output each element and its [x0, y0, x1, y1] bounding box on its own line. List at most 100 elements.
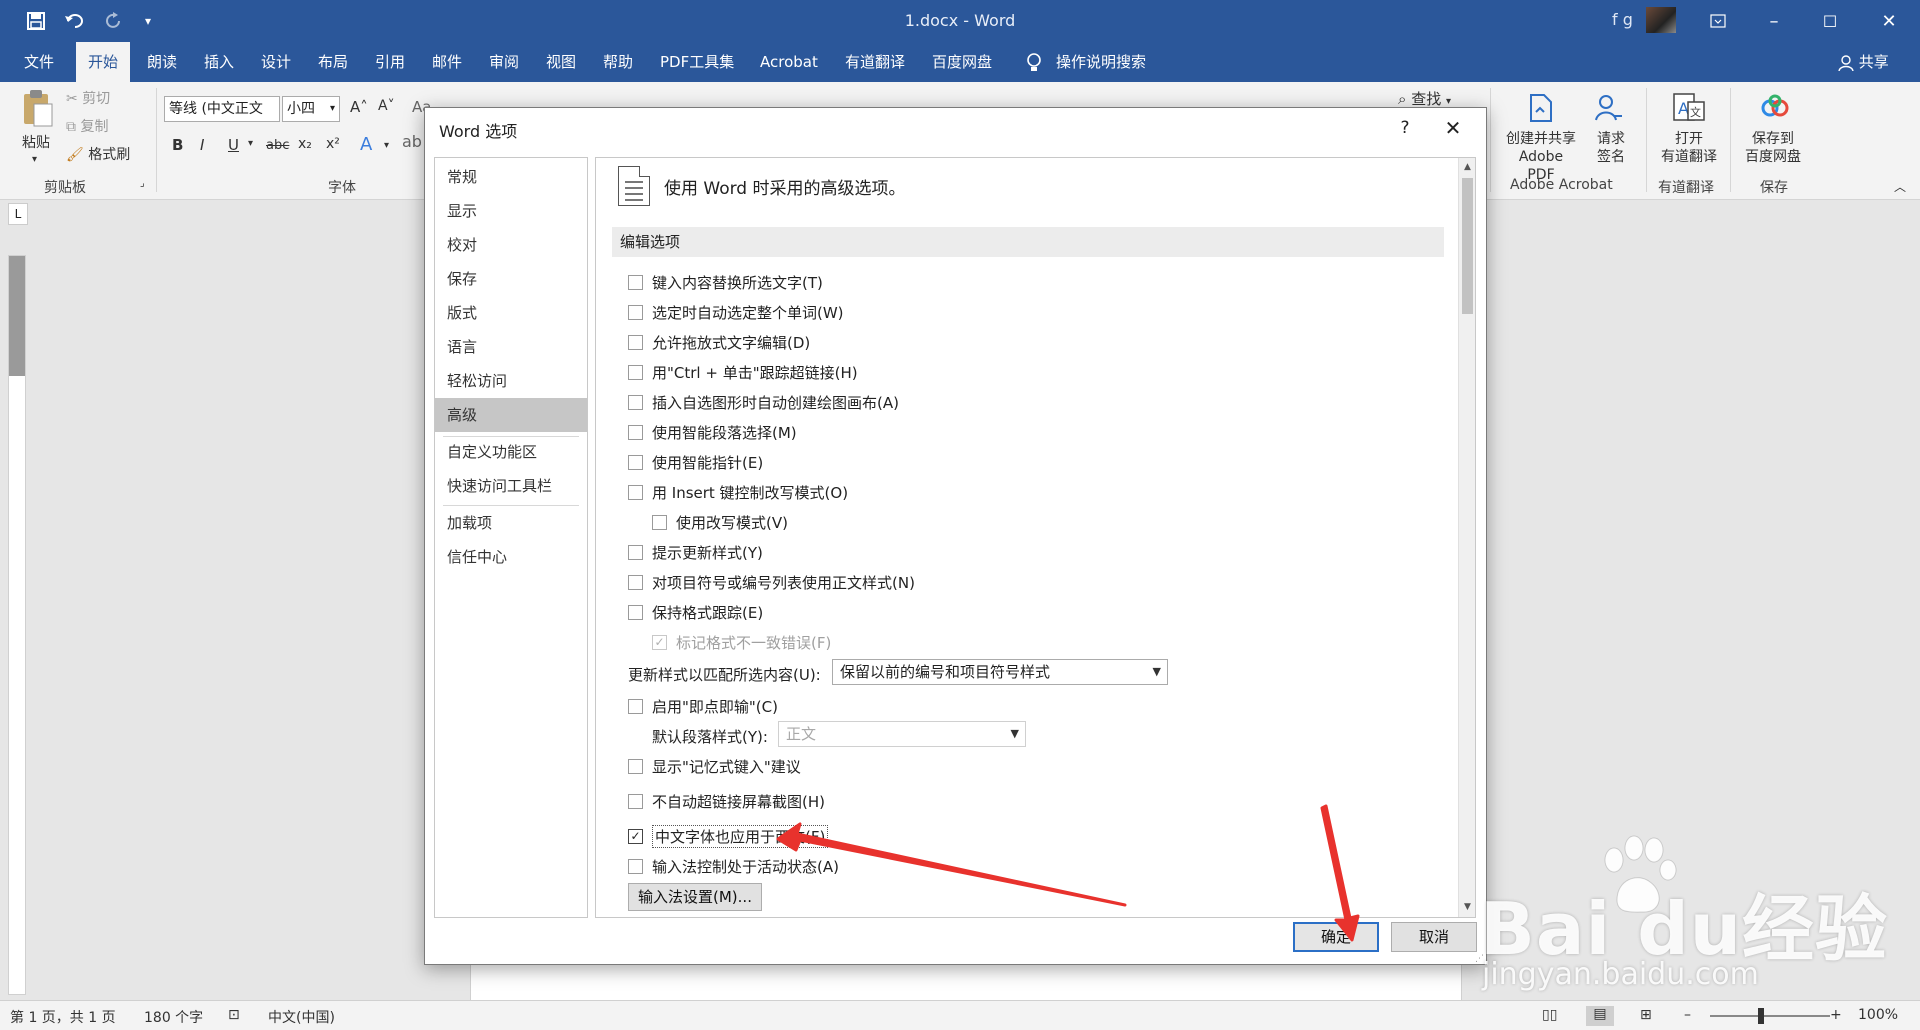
ime-settings-button[interactable]: 输入法设置(M)... [628, 883, 762, 911]
format-painter-button[interactable]: 🖌 格式刷 [66, 144, 130, 164]
bold-icon[interactable]: B [172, 136, 183, 154]
font-size-box[interactable]: 小四 ▾ [282, 96, 340, 122]
language-status[interactable]: 中文(中国) [268, 1007, 335, 1027]
create-pdf-icon[interactable] [1528, 94, 1554, 126]
nav-add-ins[interactable]: 加载项 [435, 506, 587, 540]
nav-advanced[interactable]: 高级 [435, 398, 587, 432]
tab-references[interactable]: 引用 [373, 42, 407, 82]
scroll-thumb[interactable] [1462, 178, 1473, 314]
checkbox[interactable] [628, 424, 643, 440]
update-style-select[interactable]: 保留以前的编号和项目符号样式 ▼ [832, 659, 1168, 685]
find-button[interactable]: ⌕ 查找 ▾ [1398, 88, 1451, 109]
checkbox[interactable] [628, 364, 643, 380]
tab-youdao[interactable]: 有道翻译 [843, 42, 907, 82]
option-show-autocomplete[interactable]: 显示"记忆式键入"建议 [628, 755, 801, 777]
dialog-launcher-icon[interactable]: ⌟ [140, 178, 145, 189]
checkbox[interactable] [628, 304, 643, 320]
ribbon-display-icon[interactable] [1690, 0, 1746, 42]
paste-dropdown-icon[interactable]: ▾ [32, 154, 37, 165]
text-effects-dropdown-icon[interactable]: ▾ [384, 140, 389, 151]
cut-button[interactable]: ✂ 剪切 [66, 88, 110, 108]
tab-read-aloud[interactable]: 朗读 [145, 42, 179, 82]
checkbox[interactable] [628, 334, 643, 350]
youdao-translate-icon[interactable]: A文 [1672, 92, 1706, 128]
minimize-button[interactable]: – [1746, 0, 1802, 42]
italic-icon[interactable]: I [200, 136, 204, 154]
request-signature-icon[interactable] [1594, 94, 1624, 126]
checkbox[interactable] [628, 858, 643, 874]
checkbox[interactable] [628, 758, 643, 774]
content-scrollbar[interactable]: ▲ ▼ [1458, 158, 1475, 917]
option-click-and-type[interactable]: 启用"即点即输"(C) [628, 695, 778, 717]
create-share-pdf-button[interactable]: 创建并共享 Adobe PDF [1504, 130, 1578, 184]
text-effects-icon[interactable]: A [360, 134, 372, 155]
checkbox-checked[interactable]: ✓ [628, 828, 643, 844]
checkbox[interactable] [628, 484, 643, 500]
nav-typography[interactable]: 版式 [435, 296, 587, 330]
option-select-entire-word[interactable]: 选定时自动选定整个单词(W) [628, 301, 844, 323]
tab-view[interactable]: 视图 [544, 42, 578, 82]
subscript-icon[interactable]: x₂ [298, 136, 312, 152]
dialog-close-button[interactable]: ✕ [1435, 114, 1471, 142]
tab-mailings[interactable]: 邮件 [430, 42, 464, 82]
tab-file[interactable]: 文件 [22, 42, 56, 82]
user-name[interactable]: f g [1612, 10, 1633, 29]
option-overtype-mode[interactable]: 使用改写模式(V) [652, 511, 788, 533]
nav-accessibility[interactable]: 轻松访问 [435, 364, 587, 398]
help-button[interactable]: ? [1390, 114, 1420, 142]
close-button[interactable]: ✕ [1858, 0, 1920, 42]
checkbox[interactable] [628, 574, 643, 590]
checkbox[interactable] [628, 544, 643, 560]
open-youdao-button[interactable]: 打开 有道翻译 [1656, 130, 1722, 166]
tab-acrobat[interactable]: Acrobat [758, 42, 820, 82]
request-signature-button[interactable]: 请求 签名 [1594, 130, 1628, 166]
checkbox[interactable] [628, 793, 643, 809]
grow-font-icon[interactable]: A˄ [350, 98, 368, 116]
shrink-font-icon[interactable]: A˅ [378, 98, 395, 114]
superscript-icon[interactable]: x² [326, 136, 340, 152]
tab-design[interactable]: 设计 [259, 42, 293, 82]
copy-button[interactable]: ⧉ 复制 [66, 116, 108, 136]
paste-button[interactable]: 粘贴 [22, 132, 50, 152]
option-smart-paragraph[interactable]: 使用智能段落选择(M) [628, 421, 797, 443]
nav-trust-center[interactable]: 信任中心 [435, 540, 587, 574]
option-chinese-font-for-western[interactable]: ✓ 中文字体也应用于西文(F) [628, 824, 829, 848]
option-ime-control-active[interactable]: 输入法控制处于活动状态(A) [628, 855, 839, 877]
tab-pdf-tools[interactable]: PDF工具集 [658, 42, 736, 82]
checkbox[interactable] [628, 274, 643, 290]
tab-baidu-pan[interactable]: 百度网盘 [930, 42, 994, 82]
nav-save[interactable]: 保存 [435, 262, 587, 296]
nav-language[interactable]: 语言 [435, 330, 587, 364]
share-button[interactable]: 共享 [1836, 42, 1891, 82]
collapse-ribbon-icon[interactable]: ︿ [1894, 178, 1906, 195]
nav-display[interactable]: 显示 [435, 194, 587, 228]
save-to-baidu-button[interactable]: 保存到 百度网盘 [1740, 130, 1806, 166]
option-auto-drawing-canvas[interactable]: 插入自选图形时自动创建绘图画布(A) [628, 391, 899, 413]
page-count[interactable]: 第 1 页，共 1 页 [10, 1007, 116, 1027]
nav-customize-ribbon[interactable]: 自定义功能区 [435, 435, 587, 469]
underline-icon[interactable]: U [228, 136, 239, 154]
option-typing-replaces-selection[interactable]: 键入内容替换所选文字(T) [628, 271, 823, 293]
option-no-auto-hyperlink-screenshot[interactable]: 不自动超链接屏幕截图(H) [628, 790, 825, 812]
tab-layout[interactable]: 布局 [316, 42, 350, 82]
nav-general[interactable]: 常规 [435, 160, 587, 194]
option-normal-style-lists[interactable]: 对项目符号或编号列表使用正文样式(N) [628, 571, 915, 593]
scroll-up-icon[interactable]: ▲ [1459, 158, 1475, 176]
ok-button[interactable]: 确定 [1293, 922, 1379, 952]
tab-help[interactable]: 帮助 [601, 42, 635, 82]
tab-insert[interactable]: 插入 [202, 42, 236, 82]
option-smart-cursor[interactable]: 使用智能指针(E) [628, 451, 763, 473]
baidu-pan-icon[interactable] [1760, 94, 1790, 124]
font-name-box[interactable]: 等线 (中文正文 [164, 96, 280, 122]
scroll-down-icon[interactable]: ▼ [1459, 898, 1475, 916]
checkbox[interactable] [628, 394, 643, 410]
highlight-icon[interactable]: ab [402, 132, 422, 151]
option-drag-and-drop[interactable]: 允许拖放式文字编辑(D) [628, 331, 810, 353]
tell-me-search[interactable]: 操作说明搜索 [1054, 42, 1148, 82]
option-insert-key-overtype[interactable]: 用 Insert 键控制改写模式(O) [628, 481, 848, 503]
nav-proofing[interactable]: 校对 [435, 228, 587, 262]
cancel-button[interactable]: 取消 [1391, 922, 1477, 952]
option-ctrl-click-hyperlink[interactable]: 用"Ctrl + 单击"跟踪超链接(H) [628, 361, 858, 383]
paste-icon[interactable] [20, 88, 56, 128]
nav-quick-access-toolbar[interactable]: 快速访问工具栏 [435, 469, 587, 503]
